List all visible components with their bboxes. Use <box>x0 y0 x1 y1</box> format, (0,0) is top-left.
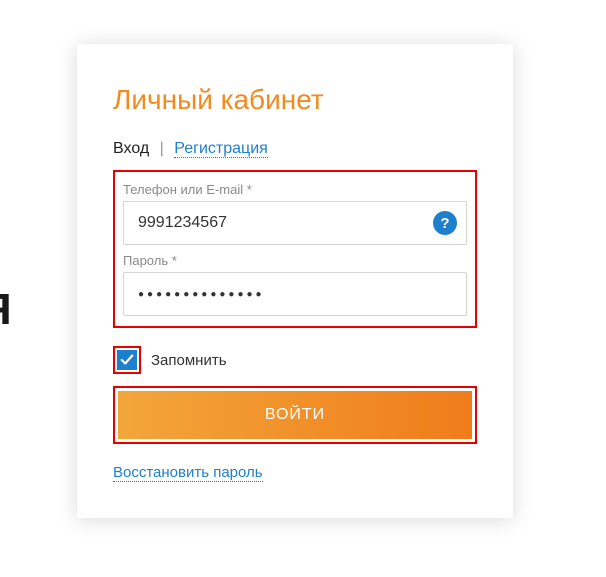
fields-highlight: Телефон или E-mail * ? Пароль * ●●●●●●●●… <box>113 170 477 328</box>
tab-register[interactable]: Регистрация <box>174 140 268 158</box>
phone-input[interactable] <box>123 201 467 245</box>
password-row: ●●●●●●●●●●●●●● <box>123 272 467 316</box>
checkbox-highlight <box>113 346 141 374</box>
help-icon[interactable]: ? <box>433 211 457 235</box>
auth-tabs: Вход | Регистрация <box>113 140 477 158</box>
check-icon <box>120 353 134 367</box>
forgot-password-link[interactable]: Восстановить пароль <box>113 464 263 482</box>
tab-login[interactable]: Вход <box>113 140 149 157</box>
remember-label: Запомнить <box>151 352 227 369</box>
phone-label: Телефон или E-mail * <box>123 182 467 197</box>
password-label: Пароль * <box>123 253 467 268</box>
login-card: Личный кабинет Вход | Регистрация Телефо… <box>77 44 513 518</box>
remember-row: Запомнить <box>113 346 477 374</box>
page-title: Личный кабинет <box>113 84 477 116</box>
side-page-text: Я <box>0 285 12 335</box>
submit-highlight: ВОЙТИ <box>113 386 477 444</box>
login-button[interactable]: ВОЙТИ <box>118 391 472 439</box>
password-input[interactable]: ●●●●●●●●●●●●●● <box>123 272 467 316</box>
remember-checkbox[interactable] <box>117 350 137 370</box>
tabs-divider: | <box>160 140 164 157</box>
phone-row: ? <box>123 201 467 245</box>
